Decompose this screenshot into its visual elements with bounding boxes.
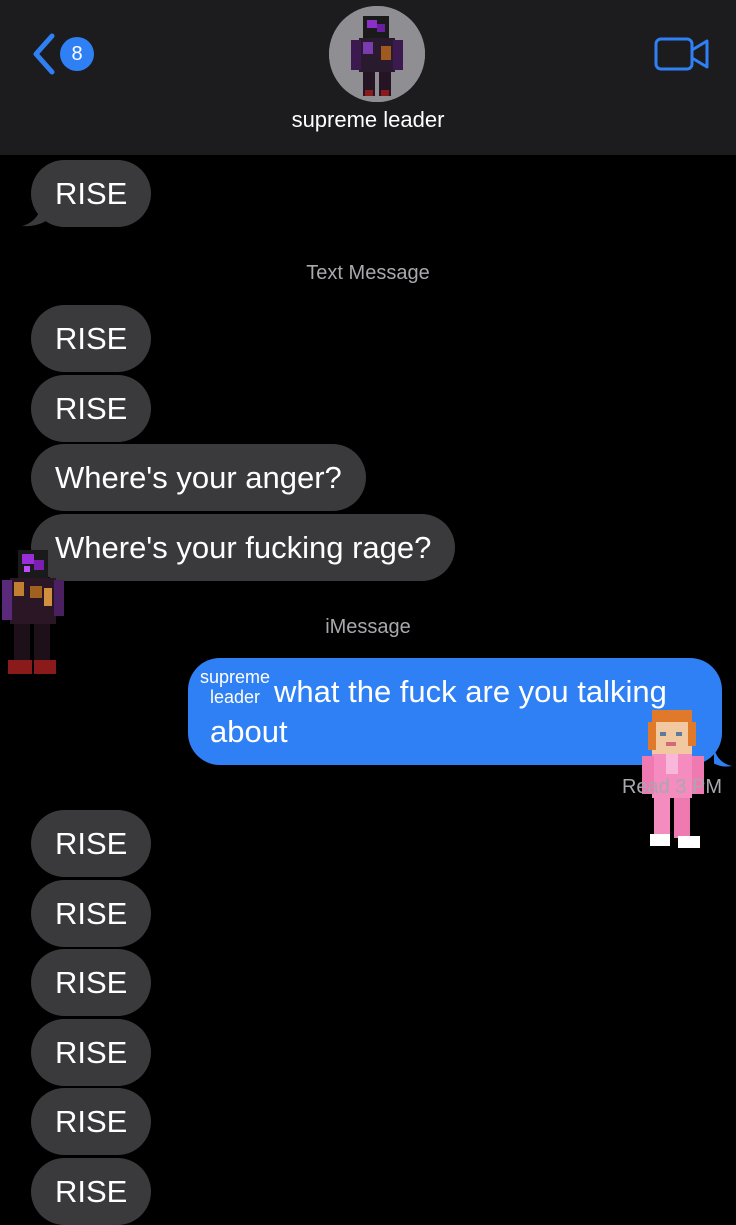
incoming-message[interactable]: RISE: [31, 810, 152, 877]
chevron-left-icon: [33, 33, 55, 75]
service-label-imessage: iMessage: [325, 616, 411, 638]
conversation-header: 8 supreme leader: [0, 0, 736, 155]
back-button[interactable]: 8: [30, 32, 100, 76]
contact-avatar[interactable]: [329, 6, 425, 102]
service-label-sms: Text Message: [306, 262, 430, 284]
incoming-message[interactable]: RISE: [31, 375, 152, 442]
incoming-message[interactable]: Where's your fucking rage?: [31, 514, 456, 581]
incoming-message[interactable]: Where's your anger?: [31, 444, 366, 511]
incoming-message[interactable]: RISE: [31, 880, 152, 947]
incoming-message[interactable]: RISE: [31, 949, 152, 1016]
incoming-message[interactable]: RISE: [31, 1019, 152, 1086]
avatar-character-icon: [329, 6, 425, 102]
facetime-video-button[interactable]: [654, 36, 710, 72]
video-camera-icon: [654, 37, 709, 71]
name-sticker-line: supreme: [200, 667, 271, 687]
outgoing-message-text: what the fuck are you talking about: [210, 674, 667, 749]
incoming-message[interactable]: RISE: [31, 1088, 152, 1155]
unread-count-badge: 8: [60, 37, 94, 71]
incoming-message[interactable]: RISE: [31, 305, 152, 372]
incoming-message[interactable]: RISE: [31, 1158, 152, 1225]
bubble-tail: [714, 744, 732, 767]
contact-name[interactable]: supreme leader: [0, 107, 736, 133]
name-sticker[interactable]: supreme leader: [200, 667, 270, 707]
bubble-tail: [22, 199, 50, 227]
name-sticker-line: leader: [209, 687, 261, 707]
read-receipt: Read 3 PM: [621, 776, 722, 798]
